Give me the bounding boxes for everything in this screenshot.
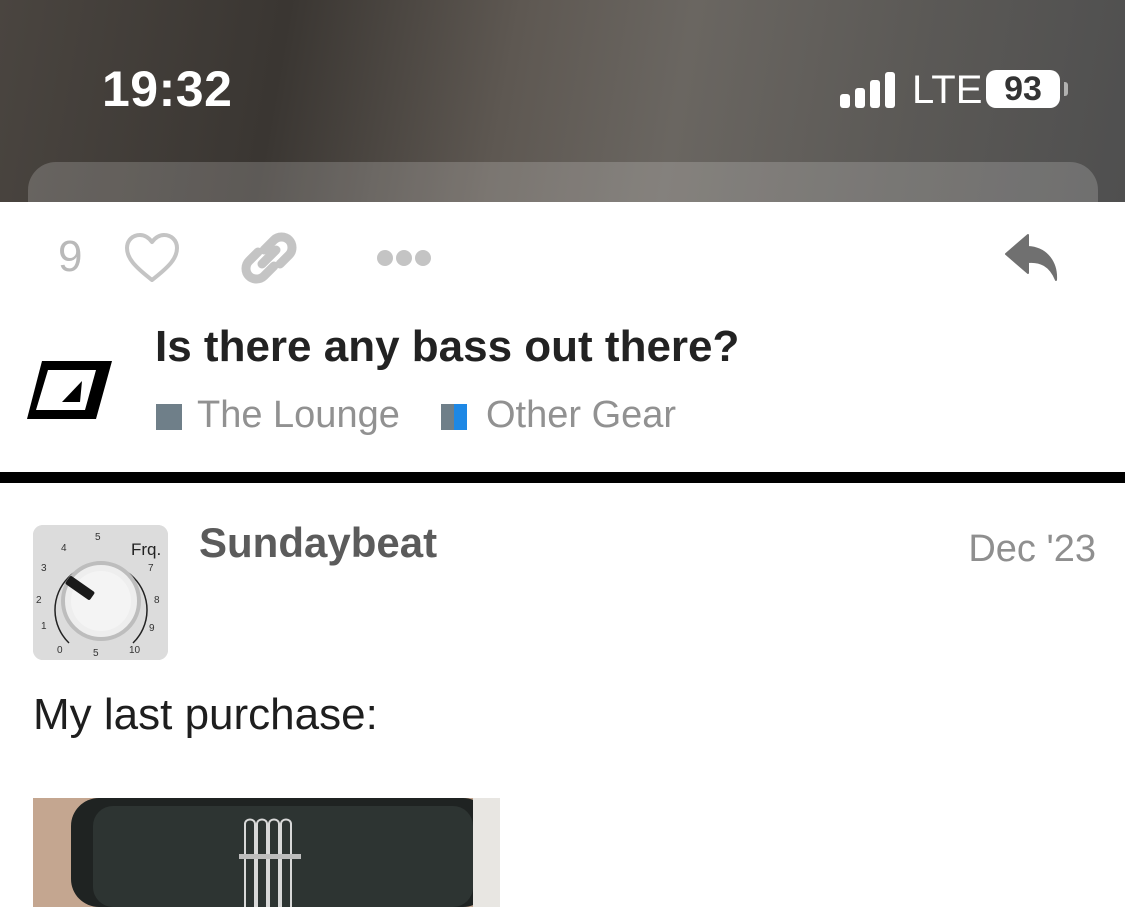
dial-number: 5 [95, 532, 101, 543]
category-the-lounge[interactable]: The Lounge [197, 394, 400, 437]
knob-avatar-icon: Frq. 0 1 2 3 4 5 7 8 9 10 5 [33, 525, 168, 660]
post-username[interactable]: Sundaybeat [199, 519, 437, 567]
link-icon[interactable] [240, 230, 298, 286]
dial-number: 0 [57, 645, 63, 656]
dial-number: 10 [129, 645, 141, 656]
status-bar: 19:32 LTE 93 [0, 0, 1125, 202]
dial-number: 5 [93, 648, 99, 659]
heart-icon[interactable] [124, 232, 180, 284]
browser-address-bar[interactable] [28, 162, 1098, 202]
category-other-gear[interactable]: Other Gear [486, 394, 676, 437]
dial-number: 3 [41, 563, 47, 574]
bass-guitar-photo [33, 798, 500, 907]
network-type: LTE [912, 68, 983, 112]
dial-number: 9 [149, 623, 155, 634]
post-image[interactable] [33, 798, 500, 907]
avatar[interactable]: Frq. 0 1 2 3 4 5 7 8 9 10 5 [33, 525, 168, 660]
topic-divider [0, 472, 1125, 483]
battery-icon [1064, 82, 1068, 96]
more-icon[interactable] [376, 248, 432, 268]
dial-number: 7 [148, 563, 154, 574]
dial-number: 8 [154, 595, 160, 606]
category-swatch-the-lounge [156, 404, 182, 430]
knob-label: Frq. [131, 540, 161, 559]
dial-number: 4 [61, 543, 67, 554]
site-logo[interactable] [24, 357, 114, 423]
dial-number: 1 [41, 621, 47, 632]
battery-level: 93 [986, 70, 1060, 108]
category-swatch-other-gear [441, 404, 467, 430]
like-count: 9 [58, 232, 83, 281]
post-body-text: My last purchase: [33, 690, 378, 739]
dial-number: 2 [36, 595, 42, 606]
reply-icon[interactable] [1002, 232, 1060, 284]
post-date[interactable]: Dec '23 [968, 528, 1096, 571]
status-time: 19:32 [102, 61, 233, 117]
signal-icon [840, 72, 900, 108]
topic-title[interactable]: Is there any bass out there? [155, 322, 739, 372]
